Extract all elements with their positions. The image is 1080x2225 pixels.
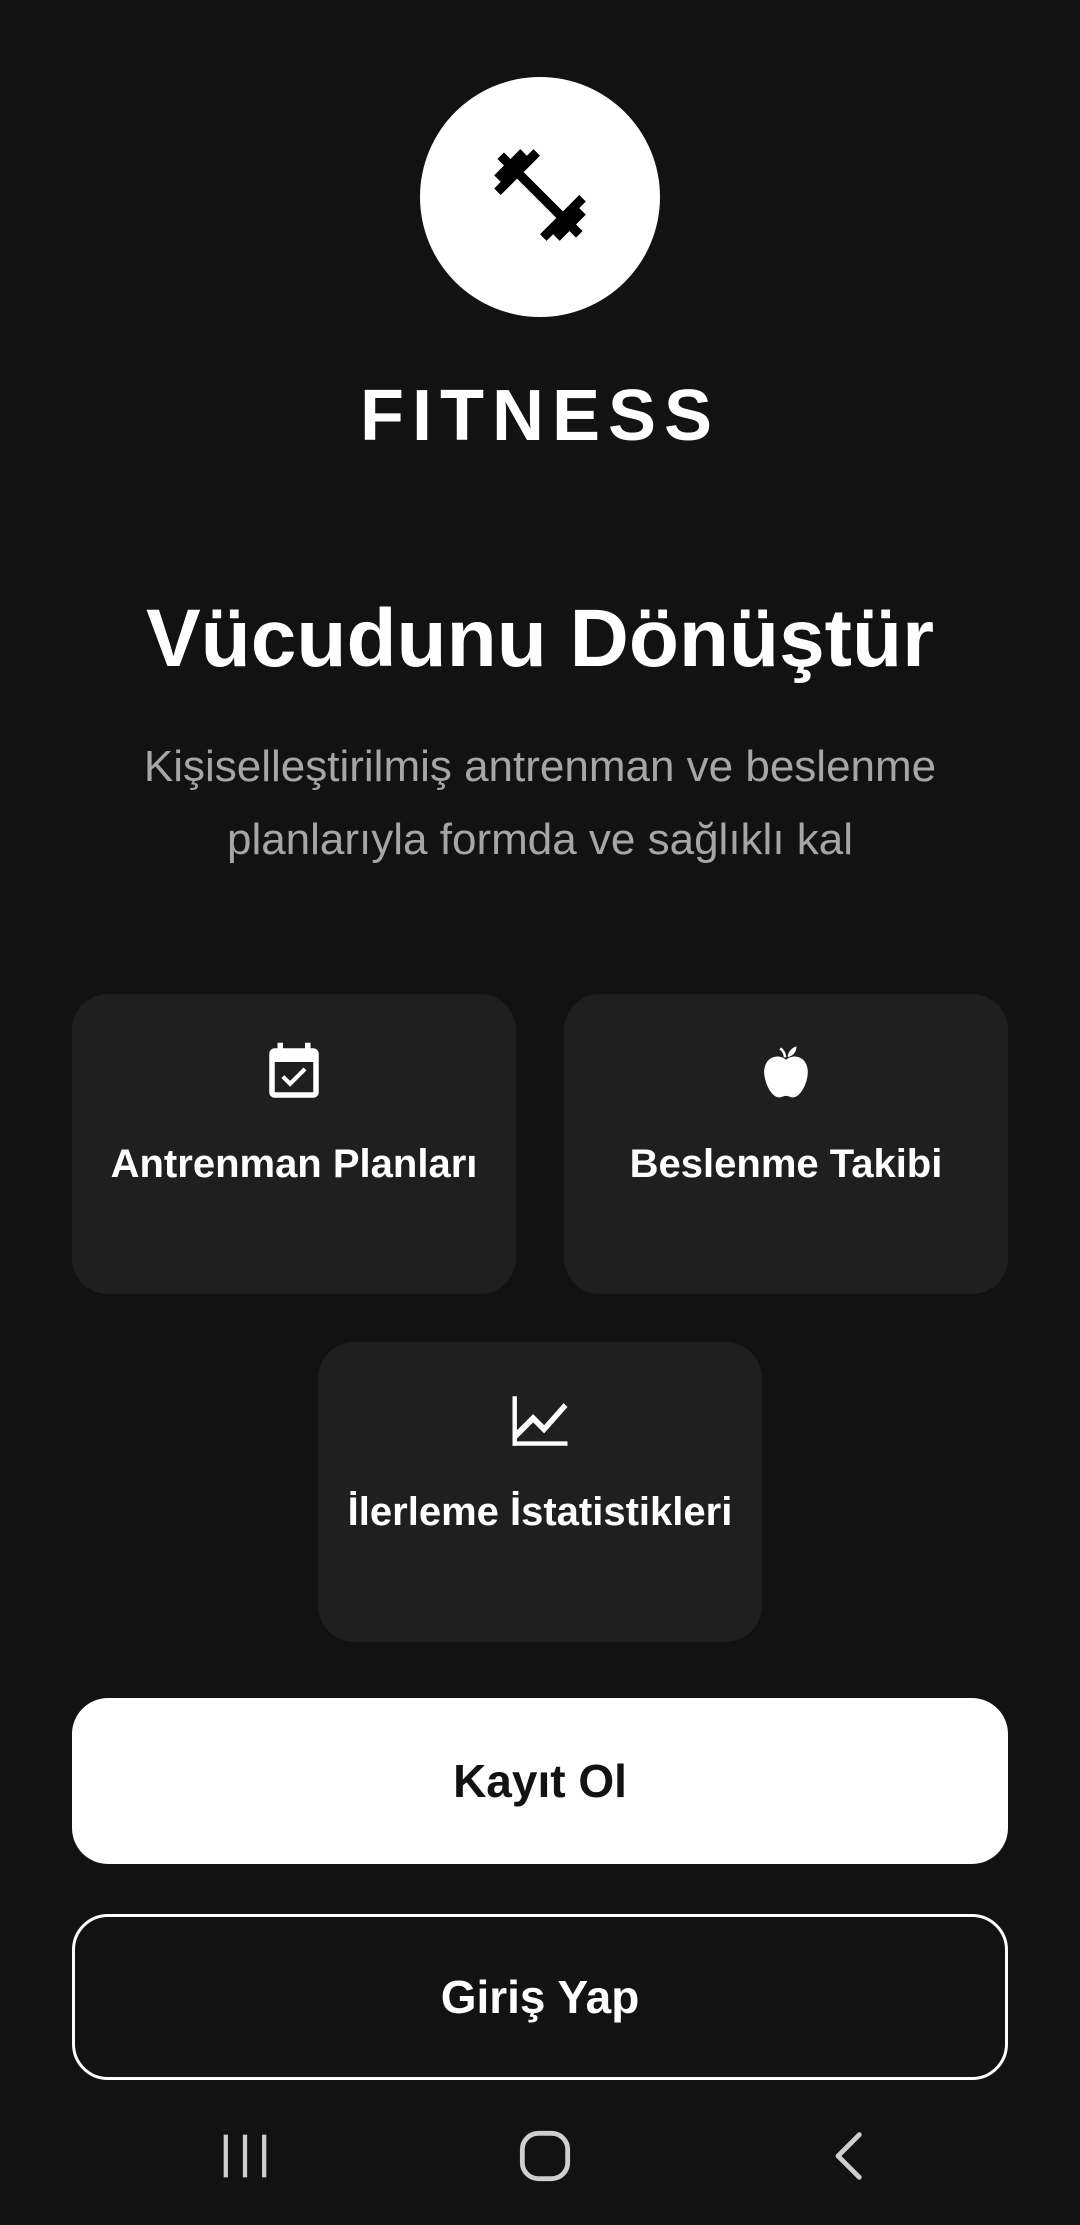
dumbbell-icon bbox=[485, 140, 595, 255]
feature-card-label: İlerleme İstatistikleri bbox=[347, 1490, 733, 1534]
page-title: Vücudunu Dönüştür bbox=[145, 593, 934, 684]
brand-name: FITNESS bbox=[359, 376, 721, 456]
feature-card-workout-plans[interactable]: Antrenman Planları bbox=[72, 994, 516, 1294]
back-icon[interactable] bbox=[815, 2124, 885, 2188]
feature-card-progress-stats[interactable]: İlerleme İstatistikleri bbox=[318, 1342, 762, 1642]
logo bbox=[420, 77, 660, 317]
calendar-check-icon bbox=[72, 1040, 516, 1106]
recent-apps-icon[interactable] bbox=[210, 2124, 280, 2188]
feature-card-label: Beslenme Takibi bbox=[629, 1142, 943, 1186]
home-icon[interactable] bbox=[510, 2124, 580, 2188]
page-subtitle: Kişiselleştirilmiş antrenman ve beslenme… bbox=[143, 742, 937, 864]
system-navigation-bar bbox=[0, 2106, 1080, 2204]
feature-card-label: Antrenman Planları bbox=[110, 1142, 478, 1186]
welcome-screen: FITNESS Vücudunu Dönüştür Kişiselleştiri… bbox=[0, 0, 1080, 2225]
apple-icon bbox=[564, 1040, 1008, 1106]
login-button[interactable]: Giriş Yap bbox=[72, 1914, 1008, 2080]
feature-card-nutrition-tracking[interactable]: Beslenme Takibi bbox=[564, 994, 1008, 1294]
register-button[interactable]: Kayıt Ol bbox=[72, 1698, 1008, 1864]
trending-chart-icon bbox=[318, 1388, 762, 1454]
